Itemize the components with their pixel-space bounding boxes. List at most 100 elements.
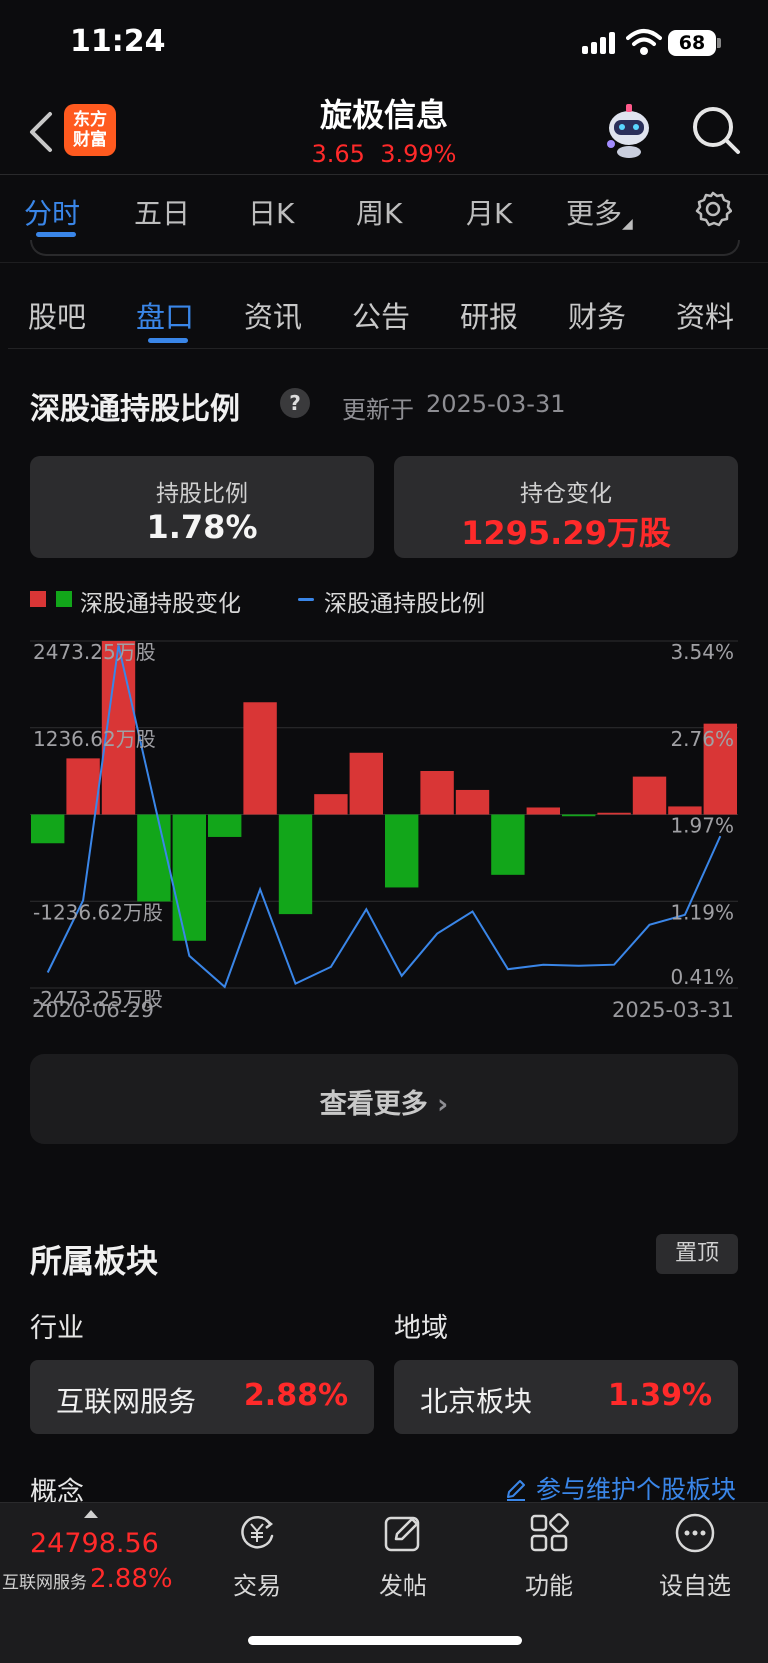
region-sector-card[interactable]: 北京板块 1.39% xyxy=(394,1360,738,1434)
tab-news[interactable]: 资讯 xyxy=(244,294,302,336)
section-divider xyxy=(0,262,768,276)
holding-ratio-card: 持股比例 1.78% xyxy=(30,456,374,558)
right-axis-label: 2.76% xyxy=(670,727,734,751)
right-axis-label: 3.54% xyxy=(670,640,734,664)
bar xyxy=(632,776,667,815)
search-icon[interactable] xyxy=(690,104,742,156)
region-sector-pct: 1.39% xyxy=(607,1378,712,1413)
right-axis-label: 1.19% xyxy=(670,900,734,924)
tab-announcements[interactable]: 公告 xyxy=(352,294,410,336)
tab-daily-k[interactable]: 日K xyxy=(248,192,294,232)
home-indicator xyxy=(248,1636,522,1645)
view-more-button[interactable]: 查看更多 › xyxy=(30,1054,738,1144)
chart-end-date: 2025-03-31 xyxy=(612,998,735,1022)
legend-down-swatch xyxy=(56,591,72,607)
collapsed-chart-edge xyxy=(30,240,740,256)
region-sector-name: 北京板块 xyxy=(420,1385,533,1418)
sectors-title: 所属板块 xyxy=(30,1242,159,1280)
bar xyxy=(597,812,631,815)
active-tab-indicator xyxy=(36,232,76,237)
bar xyxy=(491,814,525,875)
section-tabs-divider xyxy=(8,348,768,349)
industry-sector-card[interactable]: 互联网服务 2.88% xyxy=(30,1360,374,1434)
index-expand-caret-icon[interactable] xyxy=(84,1510,98,1518)
legend-bars-label: 深股通持股变化 xyxy=(80,591,241,617)
tab-profile[interactable]: 资料 xyxy=(676,294,734,336)
edit-pencil-icon xyxy=(507,1480,525,1501)
bar xyxy=(66,758,100,815)
position-change-label: 持仓变化 xyxy=(520,481,612,507)
tab-five-day[interactable]: 五日 xyxy=(134,192,190,232)
bar xyxy=(420,771,454,815)
robot-assistant-icon[interactable] xyxy=(600,102,658,160)
chevron-right-icon: › xyxy=(437,1089,449,1120)
stock-name: 旋极信息 xyxy=(319,96,448,134)
nav-post[interactable]: 发帖 xyxy=(348,1512,458,1601)
chart-start-date: 2020-06-29 xyxy=(32,998,155,1022)
bar xyxy=(31,814,65,844)
bar xyxy=(208,814,242,837)
tab-monthly-k[interactable]: 月K xyxy=(466,192,512,232)
legend-line-label: 深股通持股比例 xyxy=(324,591,485,617)
industry-sector-pct: 2.88% xyxy=(243,1378,348,1413)
bar xyxy=(172,814,206,941)
tab-more[interactable]: 更多◢ xyxy=(566,192,633,232)
wifi-icon xyxy=(626,29,662,55)
cellular-signal-icon xyxy=(582,32,618,54)
bar xyxy=(243,702,277,815)
bar xyxy=(349,752,383,815)
app-logo: 东方 财富 xyxy=(64,104,116,156)
nav-trade[interactable]: 交易 xyxy=(202,1512,312,1601)
battery-tip xyxy=(717,38,721,48)
stock-price: 3.65 xyxy=(311,140,365,168)
holding-ratio-value: 1.78% xyxy=(146,508,258,546)
sector-index-name[interactable]: 互联网服务 xyxy=(2,1568,87,1593)
sector-index-pct[interactable]: 2.88% xyxy=(90,1564,173,1594)
tab-weekly-k[interactable]: 周K xyxy=(356,192,402,232)
industry-sector-name: 互联网服务 xyxy=(56,1385,197,1418)
maintain-sectors-link[interactable]: 参与维护个股板块 xyxy=(504,1470,736,1506)
right-axis-label: 0.41% xyxy=(670,965,734,989)
tab-pankou[interactable]: 盘口 xyxy=(136,294,194,336)
more-triangle-icon: ◢ xyxy=(622,216,633,232)
stock-change-pct: 3.99% xyxy=(380,140,457,168)
legend-up-swatch xyxy=(30,591,46,607)
bar xyxy=(526,807,560,815)
nav-watchlist[interactable]: 设自选 xyxy=(640,1512,750,1601)
bar xyxy=(314,794,348,815)
tab-intraday[interactable]: 分时 xyxy=(24,192,80,232)
region-label: 地域 xyxy=(394,1313,448,1344)
left-axis-label: 2473.25万股 xyxy=(33,640,156,664)
nav-functions[interactable]: 功能 xyxy=(494,1512,604,1601)
view-more-label: 查看更多 › xyxy=(319,1089,449,1120)
help-icon[interactable]: ? xyxy=(280,388,310,418)
sector-index-value[interactable]: 24798.56 xyxy=(30,1528,159,1559)
post-edit-icon xyxy=(384,1516,420,1552)
bar xyxy=(455,789,490,815)
battery-indicator: 68 xyxy=(668,30,716,56)
status-time: 11:24 xyxy=(70,24,166,59)
gear-icon[interactable] xyxy=(694,190,732,228)
tab-guba[interactable]: 股吧 xyxy=(28,294,86,336)
header-divider xyxy=(0,174,768,175)
pin-top-button[interactable]: 置顶 xyxy=(656,1234,738,1274)
right-axis-label: 1.97% xyxy=(670,814,734,838)
bar xyxy=(278,814,313,915)
stock-quote: 3.65 3.99% xyxy=(234,140,534,168)
active-section-indicator xyxy=(148,338,188,343)
position-change-value: 1295.29万股 xyxy=(461,514,671,552)
left-axis-label: 1236.62万股 xyxy=(33,727,156,751)
holdings-title: 深股通持股比例 xyxy=(30,392,240,427)
functions-grid-icon xyxy=(530,1513,569,1552)
legend-line-swatch xyxy=(298,598,314,601)
trade-yen-icon xyxy=(241,1516,274,1549)
bar xyxy=(562,814,596,817)
back-arrow-icon[interactable] xyxy=(26,110,56,154)
position-change-card: 持仓变化 1295.29万股 xyxy=(394,456,738,558)
tab-research[interactable]: 研报 xyxy=(460,294,518,336)
bar xyxy=(385,814,419,888)
updated-label: 更新于 xyxy=(342,396,414,424)
industry-label: 行业 xyxy=(30,1313,84,1344)
updated-date: 2025-03-31 xyxy=(426,390,566,418)
tab-finance[interactable]: 财务 xyxy=(568,294,626,336)
